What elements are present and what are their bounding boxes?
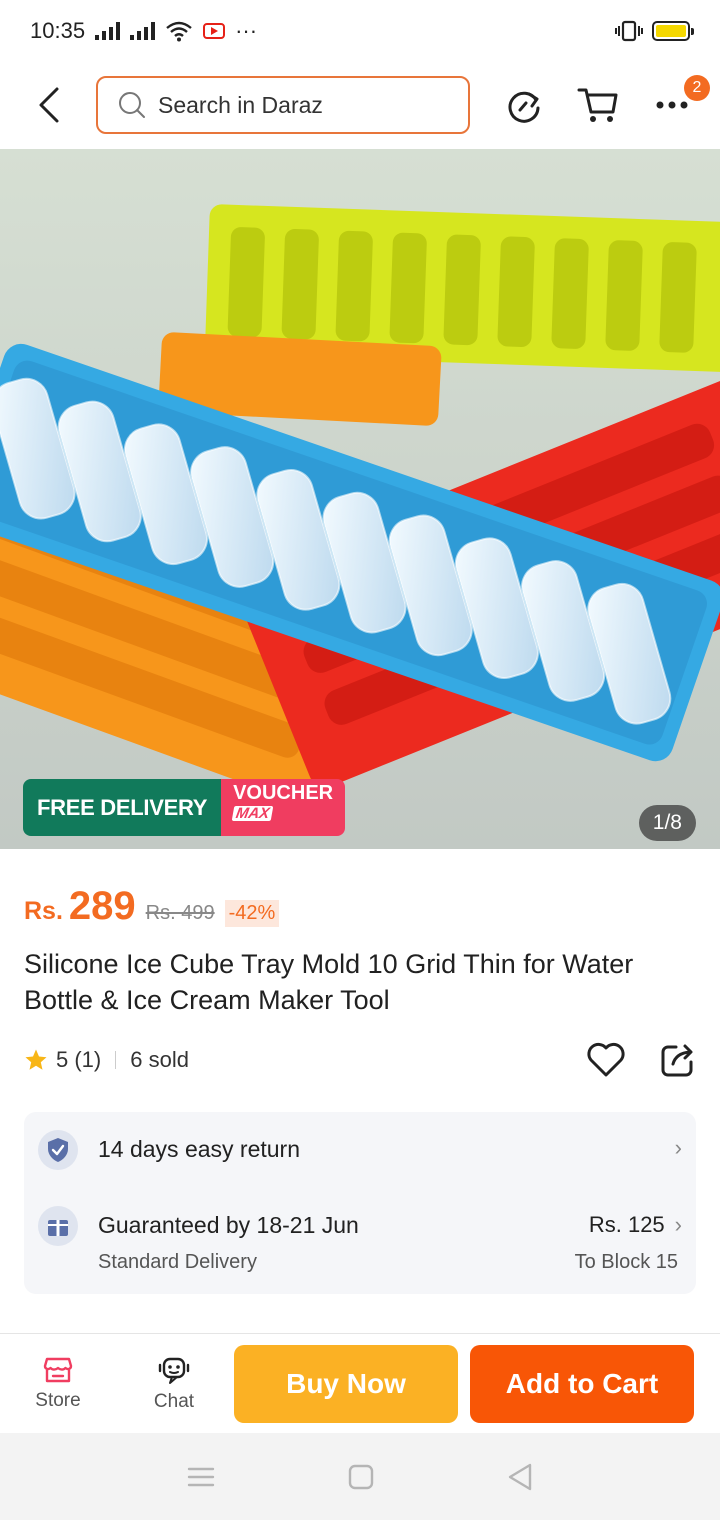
top-header: Search in Daraz 2	[0, 62, 720, 148]
battery-icon	[652, 21, 694, 41]
back-button[interactable]	[24, 80, 74, 130]
store-label: Store	[35, 1389, 81, 1411]
original-price: Rs. 499	[145, 902, 215, 924]
product-photo	[0, 149, 720, 849]
more-notifications-icon: ···	[235, 18, 258, 43]
delivery-location: To Block 15	[574, 1251, 678, 1273]
system-navigation-bar	[0, 1433, 720, 1520]
free-delivery-banner: FREE DELIVERY VOUCHER MAX	[23, 779, 346, 836]
vibrate-icon	[615, 20, 643, 42]
image-counter: 1/8	[638, 805, 696, 841]
service-info-card: 14 days easy return › Guaranteed by 18-2…	[24, 1112, 696, 1294]
rating-row: 5 (1) 6 sold	[24, 1040, 696, 1080]
refresh-button[interactable]	[500, 81, 548, 129]
cellular-signal-icon	[95, 22, 121, 40]
free-delivery-label: FREE DELIVERY	[23, 779, 222, 836]
cellular-signal-2-icon	[130, 22, 156, 40]
chat-button[interactable]: Chat	[116, 1355, 232, 1413]
chat-label: Chat	[153, 1390, 195, 1412]
voucher-label: VOUCHER	[233, 782, 334, 804]
chevron-right-icon: ›	[674, 1135, 682, 1160]
search-input[interactable]: Search in Daraz	[96, 76, 470, 134]
store-button[interactable]: Store	[0, 1356, 116, 1412]
delivery-type-label: Standard Delivery	[98, 1251, 257, 1273]
chevron-left-icon	[39, 87, 59, 123]
search-icon	[119, 92, 145, 118]
gift-box-icon	[38, 1206, 78, 1246]
status-bar: 10:35 ···	[0, 0, 720, 62]
buy-now-button[interactable]: Buy Now	[234, 1344, 458, 1423]
delivery-row[interactable]: Guaranteed by 18-21 Jun Standard Deliver…	[38, 1206, 682, 1274]
shield-check-icon	[38, 1130, 78, 1170]
notification-badge: 2	[684, 75, 710, 101]
voucher-sub-label: MAX	[231, 805, 274, 822]
current-price: 289	[68, 884, 136, 928]
delivery-fee: Rs. 125	[588, 1212, 665, 1237]
recent-apps-icon[interactable]	[187, 1466, 215, 1488]
sold-count: 6 sold	[130, 1047, 189, 1072]
product-image[interactable]: FREE DELIVERY VOUCHER MAX 1/8	[0, 149, 720, 849]
bottom-action-bar: Store Chat Buy Now Add to Cart	[0, 1333, 720, 1433]
heart-icon[interactable]	[586, 1042, 626, 1078]
add-to-cart-button[interactable]: Add to Cart	[470, 1344, 694, 1423]
rating-value[interactable]: 5 (1)	[56, 1047, 101, 1073]
product-title: Silicone Ice Cube Tray Mold 10 Grid Thin…	[24, 949, 634, 1015]
cart-icon	[577, 88, 618, 122]
youtube-notification-icon	[203, 23, 226, 39]
star-icon	[25, 1049, 47, 1070]
wifi-icon	[166, 21, 192, 42]
voucher-max-label: VOUCHER MAX	[221, 779, 346, 836]
discount-badge: -42%	[224, 900, 280, 927]
share-icon[interactable]	[660, 1042, 696, 1078]
return-policy-row[interactable]: 14 days easy return ›	[38, 1130, 682, 1170]
price-row: Rs. 289 Rs. 499 -42%	[24, 884, 280, 929]
chevron-right-icon: ›	[674, 1212, 682, 1237]
return-policy-label: 14 days easy return	[98, 1136, 301, 1162]
search-placeholder: Search in Daraz	[158, 91, 323, 118]
refresh-icon	[508, 91, 540, 123]
home-icon[interactable]	[348, 1464, 374, 1490]
more-options-button[interactable]: 2	[648, 75, 710, 129]
chat-bot-icon	[158, 1357, 190, 1384]
clock: 10:35	[30, 18, 86, 43]
cart-button[interactable]	[574, 81, 622, 129]
store-icon	[43, 1357, 73, 1382]
back-nav-icon[interactable]	[507, 1463, 533, 1491]
delivery-guarantee-label: Guaranteed by 18-21 Jun	[98, 1212, 359, 1238]
more-dots-icon	[656, 101, 688, 109]
price-currency: Rs.	[24, 897, 63, 925]
divider	[115, 1051, 117, 1069]
